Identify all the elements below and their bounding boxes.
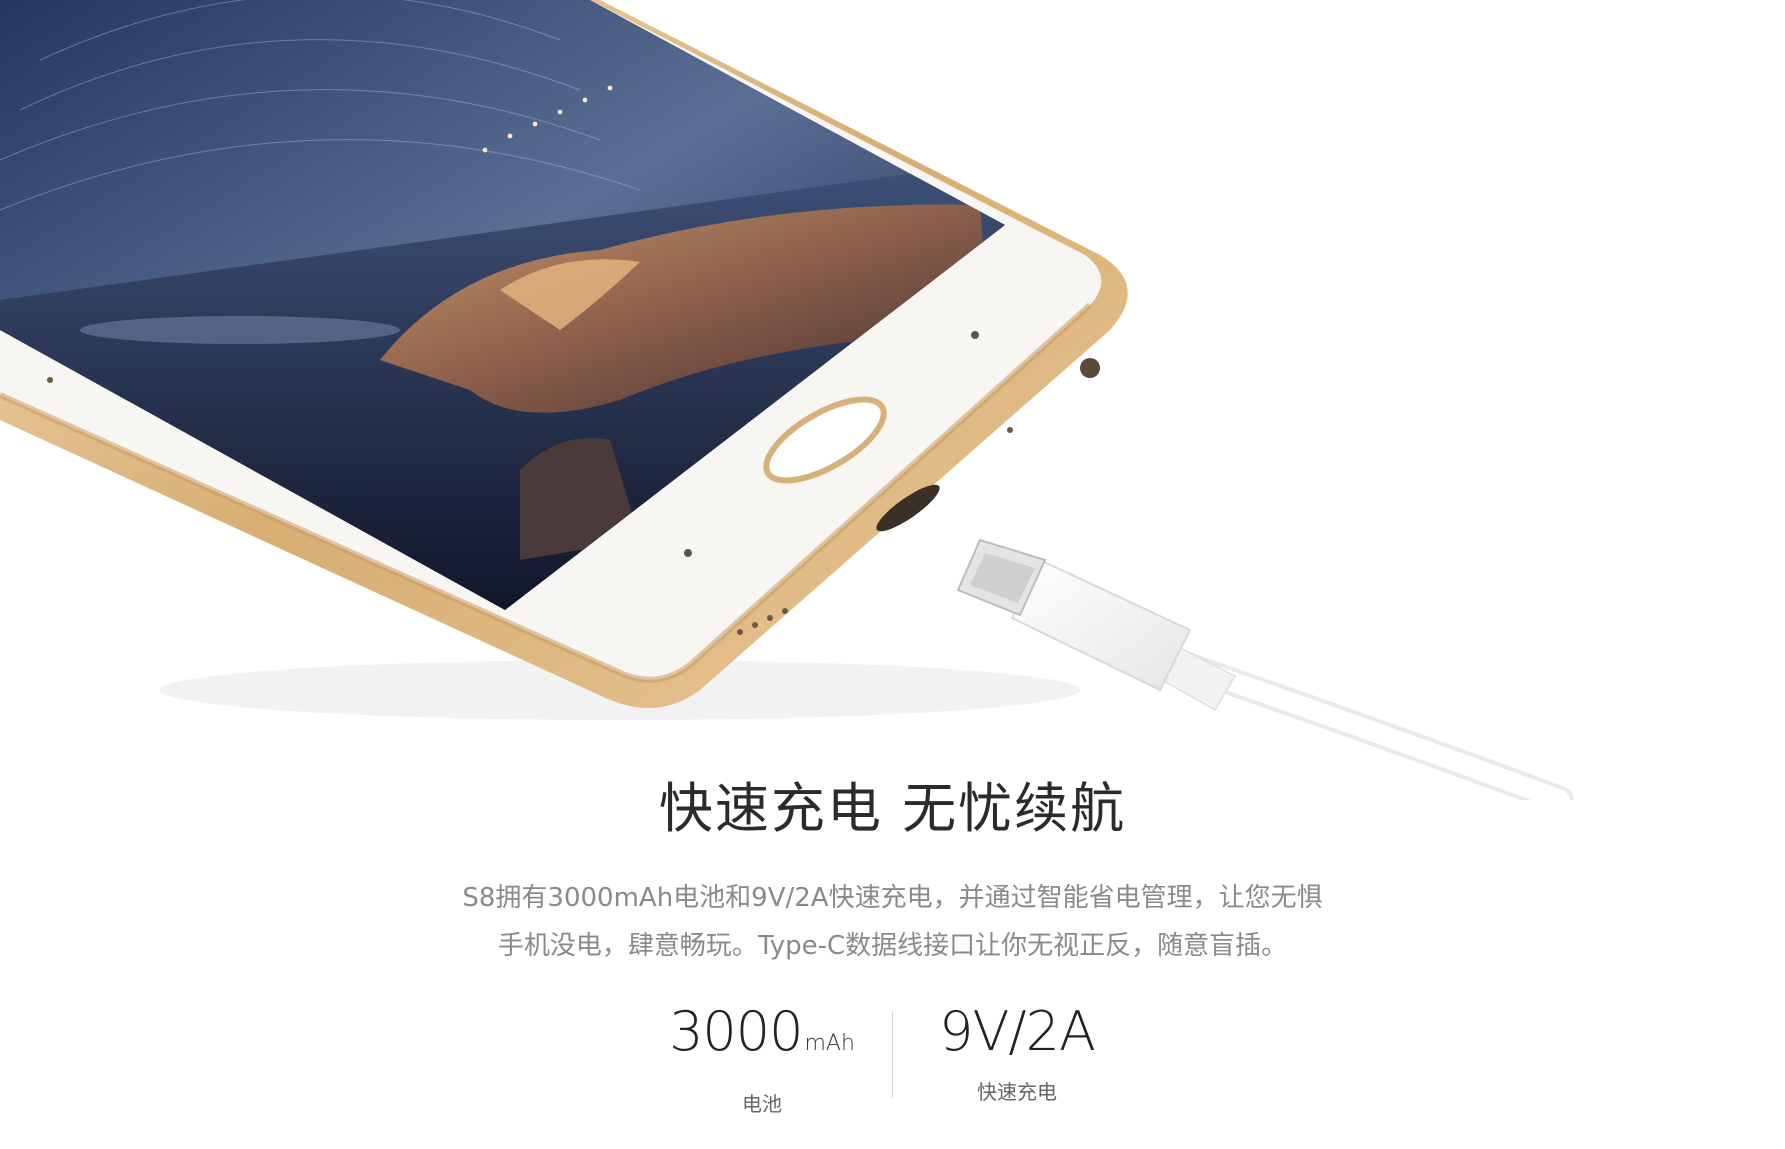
charging-value: 9V/2A (939, 1000, 1096, 1063)
spec-charging: 9V/2A 快速充电 (867, 1000, 1167, 1105)
battery-unit: mAh (804, 1031, 855, 1056)
feature-description: S8拥有3000mAh电池和9V/2A快速充电，并通过智能省电管理，让您无惧 手… (0, 874, 1785, 970)
description-line: S8拥有3000mAh电池和9V/2A快速充电，并通过智能省电管理，让您无惧 (462, 883, 1323, 913)
hero-product-illustration (0, 0, 1574, 800)
sensor-dot (971, 331, 979, 339)
type-c-cable (956, 538, 1574, 800)
spec-highlights: 3000mAh 电池 9V/2A 快速充电 (0, 1000, 1785, 1120)
battery-capacity-value: 3000 (669, 1000, 803, 1063)
feature-headline: 快速充电 无忧续航 (658, 777, 1127, 840)
description-line: 手机没电，肆意畅玩。Type-C数据线接口让你无视正反，随意盲插。 (497, 931, 1288, 961)
headphone-jack (1080, 358, 1100, 378)
sensor-dot (684, 549, 692, 557)
spec-label: 快速充电 (977, 1080, 1057, 1104)
